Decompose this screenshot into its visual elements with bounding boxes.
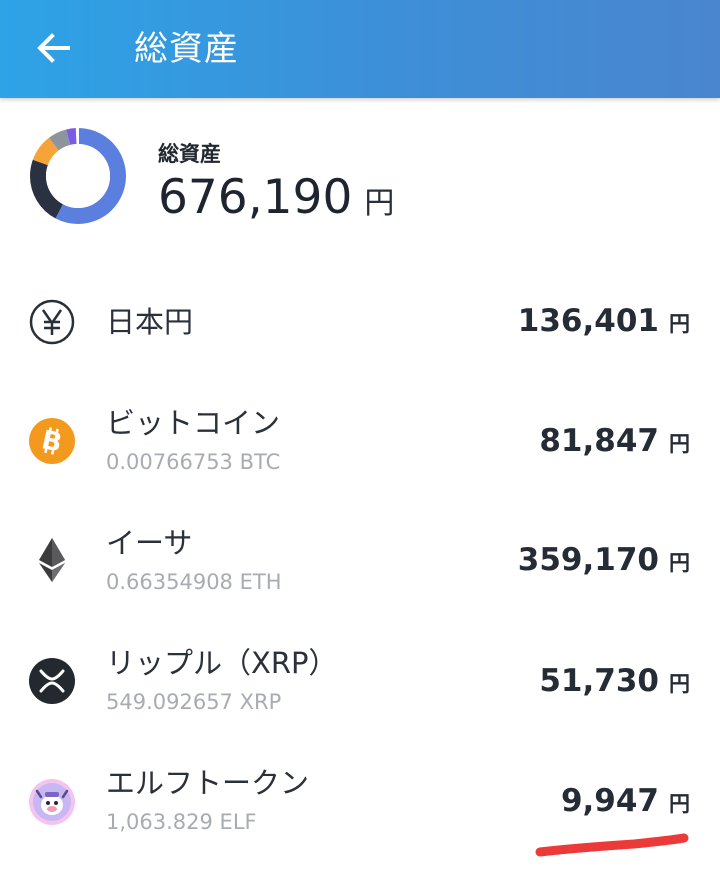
total-assets-value: 676,190 xyxy=(158,170,353,225)
asset-value-unit: 円 xyxy=(669,792,690,816)
asset-allocation-donut-chart xyxy=(30,126,126,224)
asset-quantity: 0.66354908 ETH xyxy=(106,570,282,594)
app-bar: 総資産 xyxy=(0,0,720,98)
asset-quantity: 1,063.829 ELF xyxy=(106,810,257,834)
asset-value-number: 9,947 xyxy=(560,783,659,819)
asset-value-number: 359,170 xyxy=(517,542,659,578)
asset-name: ビットコイン xyxy=(106,406,281,440)
ethereum-icon xyxy=(39,538,65,582)
asset-row-btc[interactable]: B ビットコイン 0.00766753 BTC 81,847 円 xyxy=(0,382,720,502)
asset-value: 136,401 円 xyxy=(518,303,690,339)
arrow-left-icon xyxy=(37,33,70,63)
asset-value: 81,847 円 xyxy=(539,423,690,459)
asset-value-number: 136,401 xyxy=(517,303,659,339)
total-assets-amount: 676,190 円 xyxy=(158,168,394,234)
asset-name: 日本円 xyxy=(106,305,194,339)
bitcoin-icon: B xyxy=(29,418,75,464)
asset-name: リップル（XRP） xyxy=(106,646,338,680)
back-button[interactable] xyxy=(28,25,78,71)
yen-icon xyxy=(29,299,75,345)
asset-quantity: 0.00766753 BTC xyxy=(106,450,281,474)
total-assets-unit: 円 xyxy=(364,186,395,221)
asset-value: 51,730 円 xyxy=(539,663,690,699)
xrp-icon xyxy=(29,658,75,704)
total-assets-label: 総資産 xyxy=(158,142,221,166)
elf-token-icon xyxy=(29,779,75,825)
asset-row-jpy[interactable]: 日本円 136,401 円 xyxy=(0,262,720,382)
asset-value: 359,170 円 xyxy=(518,542,690,578)
asset-value-unit: 円 xyxy=(669,312,690,336)
asset-value-number: 81,847 xyxy=(539,423,659,459)
page-title: 総資産 xyxy=(134,29,239,69)
asset-name: イーサ xyxy=(106,526,193,560)
asset-value-unit: 円 xyxy=(669,432,690,456)
asset-value-number: 51,730 xyxy=(539,663,659,699)
red-underline-annotation xyxy=(535,833,689,857)
asset-row-xrp[interactable]: リップル（XRP） 549.092657 XRP 51,730 円 xyxy=(0,622,720,742)
asset-value-unit: 円 xyxy=(669,551,690,575)
asset-quantity: 549.092657 XRP xyxy=(106,690,282,714)
asset-name: エルフトークン xyxy=(106,766,310,800)
asset-value-unit: 円 xyxy=(669,672,690,696)
total-assets-summary: 総資産 676,190 円 xyxy=(0,98,720,258)
asset-value: 9,947 円 xyxy=(561,783,690,819)
asset-row-eth[interactable]: イーサ 0.66354908 ETH 359,170 円 xyxy=(0,502,720,622)
